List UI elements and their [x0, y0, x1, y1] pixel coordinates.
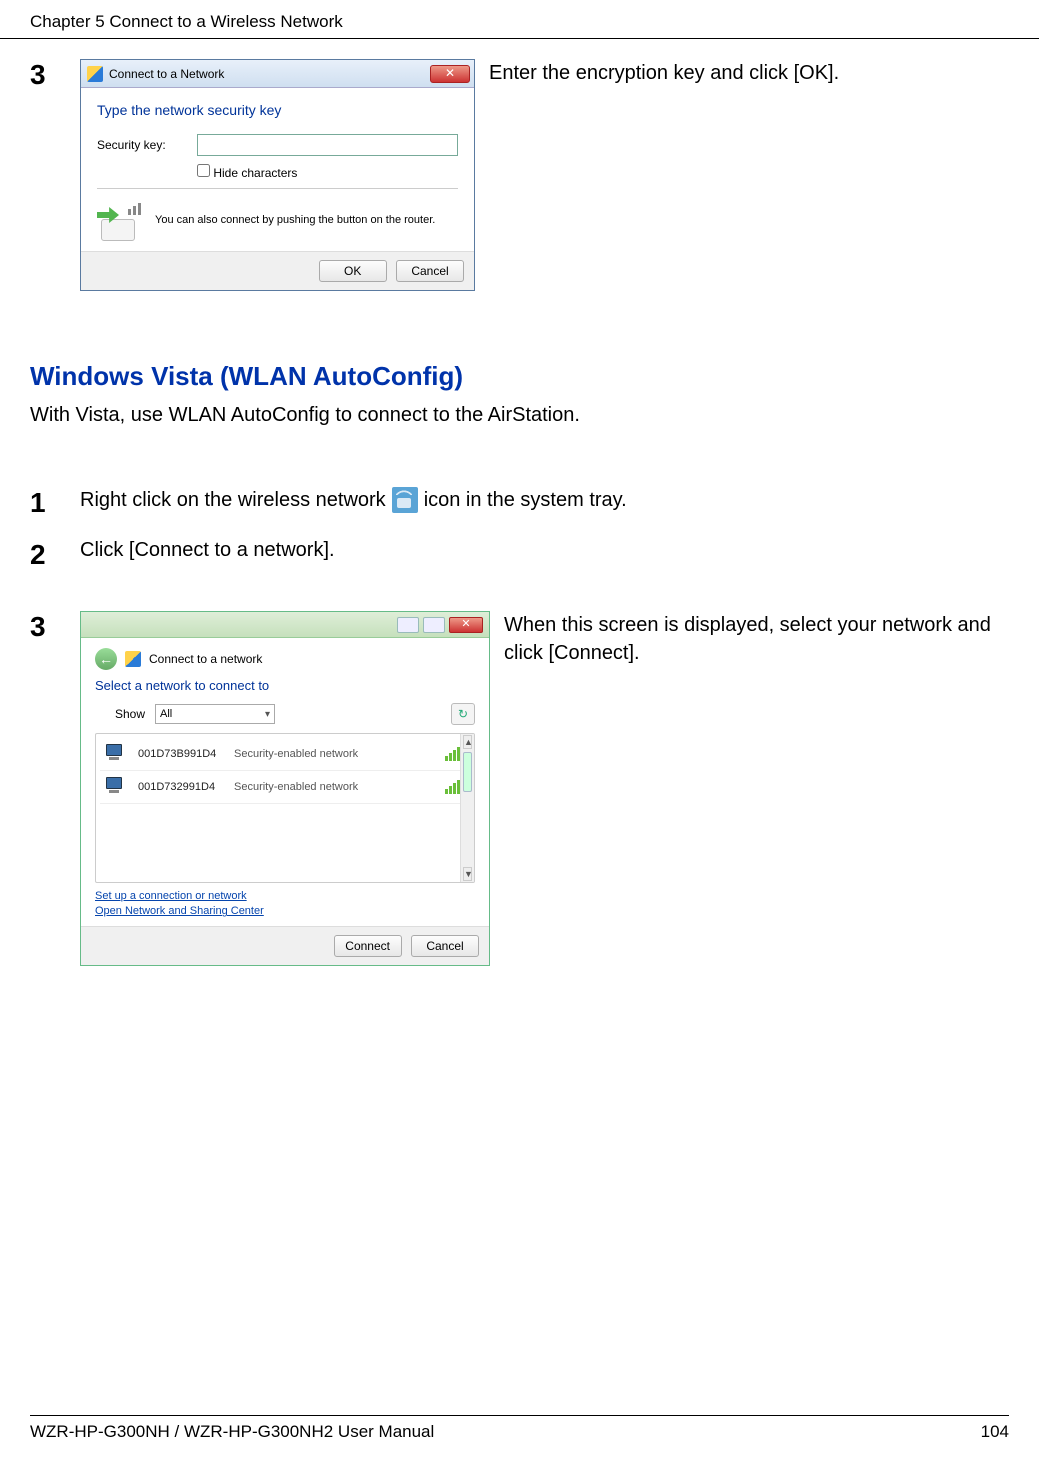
vista-section-heading: Windows Vista (WLAN AutoConfig) [30, 361, 1009, 392]
dialog-title: Connect to a Network [109, 67, 224, 81]
cancel-button[interactable]: Cancel [411, 935, 479, 957]
back-arrow-icon[interactable]: ← [95, 648, 117, 670]
close-button[interactable]: ✕ [449, 617, 483, 633]
dialog-titlebar: Connect to a Network ✕ [81, 60, 474, 88]
setup-connection-link[interactable]: Set up a connection or network [95, 889, 475, 904]
connect-button[interactable]: Connect [334, 935, 402, 957]
step-3-win7: 3 Connect to a Network ✕ Type the networ… [30, 59, 1009, 291]
shield-icon [87, 66, 103, 82]
step1-text-before: Right click on the wireless network [80, 489, 386, 512]
hide-characters-label: Hide characters [213, 166, 297, 180]
vista-section-intro: With Vista, use WLAN AutoConfig to conne… [30, 404, 1009, 427]
step-number: 3 [30, 59, 80, 91]
dialog-titlebar: ✕ [81, 612, 489, 638]
network-list: 001D73B991D4 Security-enabled network 00… [95, 733, 475, 883]
router-push-icon [97, 201, 143, 241]
security-key-label: Security key: [97, 138, 187, 152]
network-status: Security-enabled network [234, 781, 435, 793]
step-number: 1 [30, 487, 80, 519]
close-button[interactable]: ✕ [430, 65, 470, 83]
hide-characters-checkbox[interactable] [197, 164, 210, 177]
step3-instruction: Enter the encryption key and click [OK]. [489, 59, 1009, 87]
footer-manual-name: WZR-HP-G300NH / WZR-HP-G300NH2 User Manu… [30, 1422, 434, 1442]
page-header: Chapter 5 Connect to a Wireless Network [0, 0, 1039, 39]
scroll-thumb[interactable] [463, 752, 472, 792]
maximize-button[interactable] [423, 617, 445, 633]
step-number: 2 [30, 539, 80, 571]
win7-connect-dialog: Connect to a Network ✕ Type the network … [80, 59, 475, 291]
dialog-title: Connect to a network [149, 652, 262, 666]
network-status: Security-enabled network [234, 748, 435, 760]
step-number: 3 [30, 611, 80, 643]
shield-icon [125, 651, 141, 667]
chevron-down-icon: ▾ [265, 709, 270, 720]
network-name: 001D73B991D4 [138, 748, 224, 760]
show-filter-value: All [160, 708, 172, 720]
network-name: 001D732991D4 [138, 781, 224, 793]
ok-button[interactable]: OK [319, 260, 387, 282]
footer-page-number: 104 [981, 1422, 1009, 1442]
wireless-tray-icon [392, 487, 418, 513]
security-key-input[interactable] [197, 134, 458, 156]
network-computer-icon [104, 744, 128, 764]
push-button-text: You can also connect by pushing the butt… [155, 214, 435, 227]
step3-vista-instruction: When this screen is displayed, select yo… [504, 611, 1009, 667]
step2-text: Click [Connect to a network]. [80, 539, 335, 562]
minimize-button[interactable] [397, 617, 419, 633]
scroll-down-arrow[interactable]: ▼ [463, 867, 472, 881]
page-footer: WZR-HP-G300NH / WZR-HP-G300NH2 User Manu… [30, 1415, 1009, 1442]
vista-step-3: 3 ✕ ← Connect to a network Select a netw… [30, 611, 1009, 966]
signal-strength-icon [445, 780, 460, 794]
step1-text-after: icon in the system tray. [424, 489, 627, 512]
signal-strength-icon [445, 747, 460, 761]
page-content: 3 Connect to a Network ✕ Type the networ… [0, 39, 1039, 966]
scroll-up-arrow[interactable]: ▲ [463, 735, 472, 749]
network-computer-icon [104, 777, 128, 797]
open-network-center-link[interactable]: Open Network and Sharing Center [95, 904, 475, 919]
scrollbar[interactable]: ▲ ▼ [460, 734, 474, 882]
refresh-button[interactable]: ↻ [451, 703, 475, 725]
show-label: Show [115, 707, 145, 721]
dialog-heading: Select a network to connect to [95, 678, 475, 693]
cancel-button[interactable]: Cancel [396, 260, 464, 282]
show-filter-dropdown[interactable]: All ▾ [155, 704, 275, 724]
dialog-heading: Type the network security key [97, 102, 458, 118]
vista-step-2: 2 Click [Connect to a network]. [30, 539, 1009, 571]
network-item[interactable]: 001D73B991D4 Security-enabled network [100, 738, 470, 771]
vista-step-1: 1 Right click on the wireless network ic… [30, 487, 1009, 519]
network-item[interactable]: 001D732991D4 Security-enabled network [100, 771, 470, 804]
vista-connect-dialog: ✕ ← Connect to a network Select a networ… [80, 611, 490, 966]
